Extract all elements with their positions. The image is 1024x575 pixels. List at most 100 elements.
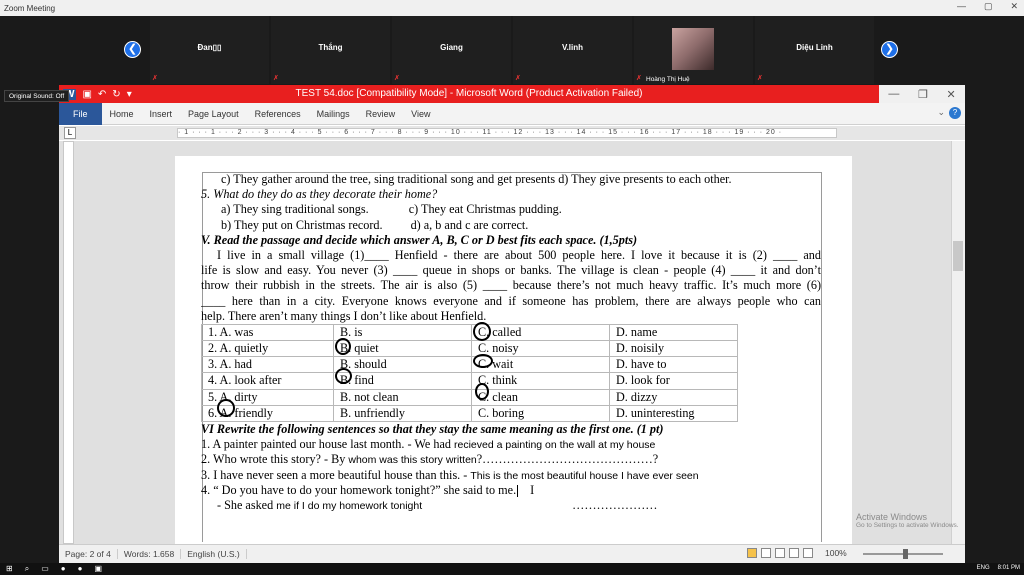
help-icon[interactable]: ? — [949, 107, 961, 119]
view-buttons — [747, 548, 813, 558]
passage-line: ____ here than in a city. Everyone knows… — [201, 293, 821, 308]
language[interactable]: English (U.S.) — [181, 549, 247, 559]
rewrite-line: 1. A painter painted our house last mont… — [201, 437, 821, 452]
document-page[interactable]: c) They gather around the tree, sing tra… — [175, 156, 852, 544]
web-layout-icon[interactable] — [775, 548, 785, 558]
prompt: 2. Who wrote this story? - By — [201, 452, 349, 467]
table-cell: 2. A. quietly — [201, 340, 334, 358]
table-row: 2. A. quietly B. quiet C. noisy D. noisi… — [201, 340, 738, 358]
taskview-icon[interactable]: ▭ — [41, 564, 49, 574]
table-row: 1. A. was B. is C. called D. name — [201, 323, 738, 342]
left-dark-area — [0, 85, 59, 563]
table-cell: 4. A. look after — [201, 372, 334, 390]
zoom-titlebar: Zoom Meeting — ▢ ✕ — [0, 0, 1024, 16]
table-cell: D. uninteresting — [609, 404, 738, 423]
close-icon[interactable]: ✕ — [946, 88, 955, 101]
save-icon[interactable]: ▣ — [82, 89, 91, 100]
table-cell: B. find — [333, 372, 472, 390]
prev-page-icon[interactable]: ❮ — [124, 41, 141, 58]
question-5: 5. What do they do as they decorate thei… — [201, 187, 438, 202]
customize-qat-icon[interactable]: ▾ — [127, 89, 132, 100]
next-page-icon[interactable]: ❯ — [881, 41, 898, 58]
participant-tile[interactable]: Giang ✗ — [392, 16, 511, 84]
muted-mic-icon: ✗ — [152, 75, 158, 82]
tab-home[interactable]: Home — [102, 103, 142, 125]
word-window: TEST 54.doc [Compatibility Mode] - Micro… — [59, 85, 965, 563]
table-cell: D. have to — [609, 356, 738, 374]
zoom-app-icon[interactable]: ▣ — [94, 564, 102, 574]
taskbar: ⊞ ⌕ ▭ ● ● ▣ ENG 8:01 PM — [0, 563, 1024, 575]
participant-strip: ❮ Đan▯▯ ✗ Thắng ✗ Giang ✗ V.linh ✗ ✗ Hoà… — [0, 16, 1024, 84]
rewrite-line: 3. I have never seen a more beautiful ho… — [201, 468, 821, 483]
line: c) They gather around the tree, sing tra… — [221, 172, 732, 186]
tab-mailings[interactable]: Mailings — [309, 103, 358, 125]
full-screen-icon[interactable] — [761, 548, 771, 558]
prompt: 4. “ Do you have to do your homework ton… — [201, 482, 517, 497]
horizontal-ruler[interactable]: · 1 · · · 1 · · · 2 · · · 3 · · · 4 · · … — [177, 128, 837, 138]
zoom-level[interactable]: 100% — [825, 548, 847, 558]
maximize-icon[interactable]: ▢ — [984, 1, 993, 12]
participant-tile[interactable]: V.linh ✗ — [513, 16, 632, 84]
muted-mic-icon: ✗ — [636, 75, 642, 82]
rewrite-line: 2. Who wrote this story? - By whom was t… — [201, 452, 821, 467]
tab-review[interactable]: Review — [358, 103, 404, 125]
muted-mic-icon: ✗ — [273, 75, 279, 82]
participant-name: Đan▯▯ — [197, 43, 222, 52]
zoom-slider-thumb[interactable] — [903, 549, 908, 559]
option: d) a, b and c are correct. — [410, 217, 529, 232]
app-icon[interactable]: ● — [78, 564, 83, 574]
document-text[interactable]: c) They gather around the tree, sing tra… — [201, 172, 821, 513]
table-cell: 3. A. had — [201, 356, 334, 374]
tab-selector[interactable]: L — [64, 127, 76, 139]
redo-icon[interactable]: ↻ — [112, 89, 120, 100]
restore-icon[interactable]: ❐ — [918, 88, 928, 101]
scroll-thumb[interactable] — [953, 241, 963, 271]
print-layout-icon[interactable] — [747, 548, 757, 558]
passage-line: throw their rubbish in the streets. The … — [201, 278, 821, 293]
tab-view[interactable]: View — [403, 103, 438, 125]
tab-references[interactable]: References — [247, 103, 309, 125]
table-cell: C. noisy — [471, 340, 610, 358]
participant-name: Thắng — [318, 43, 343, 52]
close-icon[interactable]: ✕ — [1010, 1, 1018, 12]
tab-page-layout[interactable]: Page Layout — [180, 103, 247, 125]
status-bar: Page: 2 of 4 Words: 1.658 English (U.S.)… — [59, 544, 965, 563]
vertical-ruler[interactable] — [63, 141, 74, 544]
undo-icon[interactable]: ↶ — [98, 89, 106, 100]
app-icon[interactable]: ● — [61, 564, 66, 574]
participant-tile[interactable]: Đan▯▯ ✗ — [150, 16, 269, 84]
minimize-icon[interactable]: — — [888, 88, 899, 100]
search-icon[interactable]: ⌕ — [25, 564, 29, 574]
document-area: c) They gather around the tree, sing tra… — [59, 141, 965, 544]
answer-table: 1. A. was B. is C. called D. name 2. A. … — [201, 323, 738, 423]
participant-tile[interactable]: Thắng ✗ — [271, 16, 390, 84]
option: b) They put on Christmas record. — [221, 217, 383, 232]
prompt: 1. A painter painted our house last mont… — [201, 437, 454, 452]
line: a) They sing traditional songs. c) They e… — [201, 202, 821, 217]
participant-tile[interactable]: Diệu Linh ✗ — [755, 16, 874, 84]
tab-insert[interactable]: Insert — [142, 103, 181, 125]
minimize-icon[interactable]: — — [957, 1, 966, 12]
table-cell: B. is — [333, 323, 472, 342]
answer-circle — [473, 354, 493, 368]
original-sound-badge[interactable]: Original Sound: Off — [4, 90, 70, 102]
handwritten-answer: This is the most beautiful house I have … — [470, 469, 699, 482]
windows-start-icon[interactable]: ⊞ — [6, 564, 13, 574]
word-count[interactable]: Words: 1.658 — [118, 549, 182, 559]
page-count[interactable]: Page: 2 of 4 — [59, 549, 118, 559]
text-cursor — [517, 485, 519, 498]
muted-mic-icon: ✗ — [515, 75, 521, 82]
dots: ?……………………………………? — [476, 452, 659, 467]
table-cell: B. not clean — [333, 388, 472, 406]
tab-file[interactable]: File — [59, 102, 102, 125]
vertical-scrollbar[interactable] — [951, 141, 965, 544]
table-cell: D. dizzy — [609, 388, 738, 406]
clock[interactable]: 8:01 PM — [998, 565, 1020, 571]
handwritten-answer: whom was this story written — [348, 454, 477, 467]
collapse-ribbon-icon[interactable]: ⌄ — [937, 107, 945, 118]
table-row: 6. A. friendly B. unfriendly C. boring D… — [201, 404, 738, 423]
outline-icon[interactable] — [789, 548, 799, 558]
draft-icon[interactable] — [803, 548, 813, 558]
language-indicator[interactable]: ENG — [977, 565, 990, 571]
table-cell: C. called — [471, 323, 610, 342]
